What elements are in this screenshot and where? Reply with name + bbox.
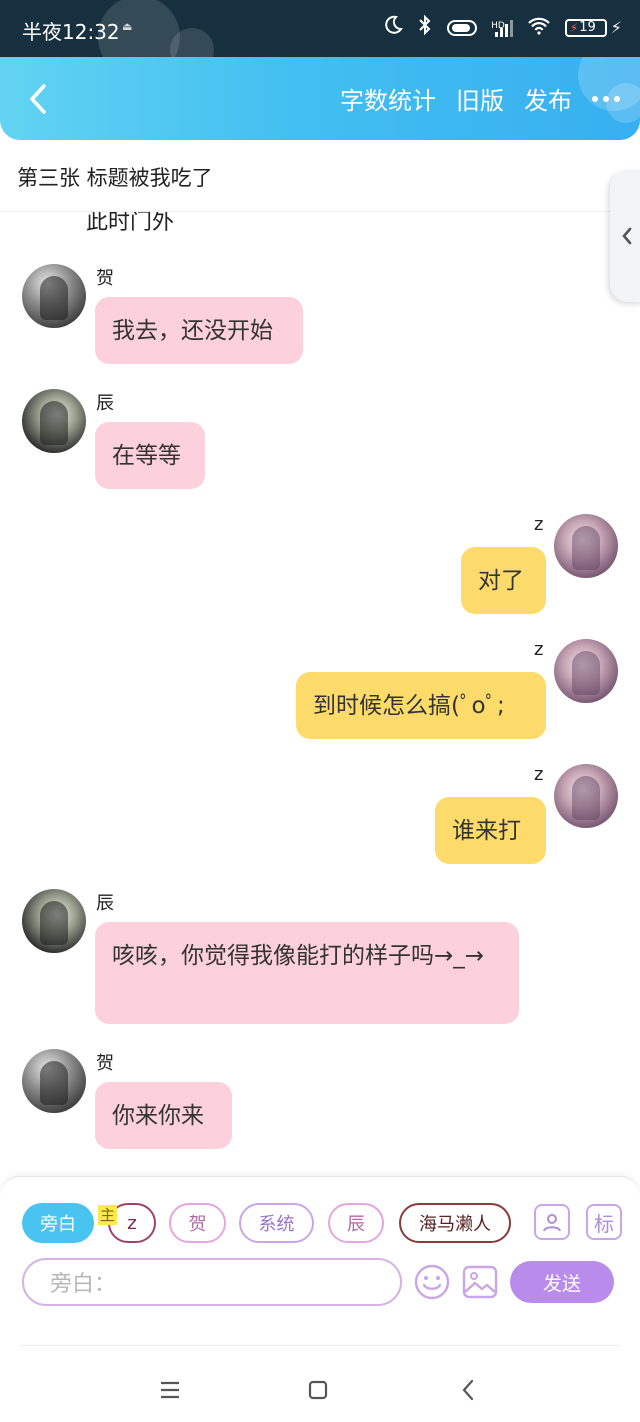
menu-nav-button[interactable] [150,1370,190,1410]
avatar[interactable] [22,889,86,953]
user-icon [543,1214,561,1232]
emoji-icon[interactable] [413,1263,451,1301]
avatar[interactable] [554,514,618,578]
chevron-left-icon [30,84,46,114]
role-chip-system[interactable]: 系统 [239,1203,314,1243]
role-chip-narration[interactable]: 旁白 [22,1203,94,1243]
publish-button[interactable]: 发布 [524,81,572,116]
role-chip-he[interactable]: 贺 [169,1203,226,1243]
avatar[interactable] [22,389,86,453]
chapter-title[interactable]: 第三张 标题被我吃了 [17,162,213,192]
menu-icon [161,1381,179,1399]
more-options-icon[interactable] [592,95,620,102]
avatar[interactable] [554,639,618,703]
send-button[interactable]: 发送 [510,1261,614,1303]
status-bar: 半夜12:32 ⏏ HD ⚡ 19 ⚡ [0,0,640,57]
editor-header: 字数统计 旧版 发布 [0,57,640,140]
old-version-button[interactable]: 旧版 [456,81,504,116]
sender-name: 贺 [96,268,114,289]
avatar[interactable] [22,1049,86,1113]
home-nav-button[interactable] [298,1370,338,1410]
bluetooth-icon [417,14,433,41]
system-nav-bar [0,1306,640,1422]
message-bubble[interactable]: 我去，还没开始 [95,297,303,364]
battery-indicator: ⚡ 19 ⚡ [564,18,622,37]
chevron-left-icon [622,227,632,245]
word-count-button[interactable]: 字数统计 [340,81,436,116]
sender-name: 辰 [96,393,114,414]
input-panel: 旁白 主 z 贺 系统 辰 海马濑人 标 旁白： 发送 [0,1176,640,1307]
message-bubble[interactable]: 在等等 [95,422,205,489]
battery-low-icon: ⚡ [569,20,579,35]
vpn-toggle-icon [447,19,478,36]
image-icon[interactable] [461,1263,499,1301]
moon-icon [383,15,403,40]
sender-name: 辰 [96,893,114,914]
wifi-icon [527,16,551,40]
partial-message-text: 此时门外 [86,212,175,235]
message-bubble[interactable]: 谁来打 [435,797,546,864]
role-chip-chen[interactable]: 辰 [328,1203,384,1243]
message-bubble[interactable]: 对了 [461,547,546,614]
chevron-left-icon [462,1379,474,1401]
message-input[interactable]: 旁白： [22,1258,402,1306]
side-drawer-handle[interactable] [610,170,640,302]
chapter-title-bar: 第三张 标题被我吃了 [0,140,640,212]
mark-button[interactable]: 标 [586,1204,622,1240]
status-notification-icon: ⏏ [122,20,133,33]
hd-label: HD [491,20,505,31]
message-bubble[interactable]: 咳咳，你觉得我像能打的样子吗→_→ [95,922,519,1024]
sender-name: 贺 [96,1053,114,1074]
back-button[interactable] [20,79,56,119]
battery-level: 19 [579,20,596,35]
message-bubble[interactable]: 你来你来 [95,1082,232,1149]
role-chip-kaiba[interactable]: 海马濑人 [399,1203,511,1243]
sender-name: z [534,514,544,535]
add-role-button[interactable] [534,1204,570,1240]
back-nav-button[interactable] [448,1370,488,1410]
divider [20,1345,620,1346]
sender-name: z [534,639,544,660]
charging-icon: ⚡ [610,18,622,37]
host-badge: 主 [98,1205,118,1225]
home-square-icon [308,1380,328,1400]
chat-area[interactable]: 此时门外 贺 我去，还没开始 辰 在等等 z 对了 z 到时候怎么搞(ﾟoﾟ; … [0,212,640,1176]
avatar[interactable] [22,264,86,328]
message-bubble[interactable]: 到时候怎么搞(ﾟoﾟ; [296,672,546,739]
status-time: 半夜12:32 [22,20,120,44]
avatar[interactable] [554,764,618,828]
sender-name: z [534,764,544,785]
